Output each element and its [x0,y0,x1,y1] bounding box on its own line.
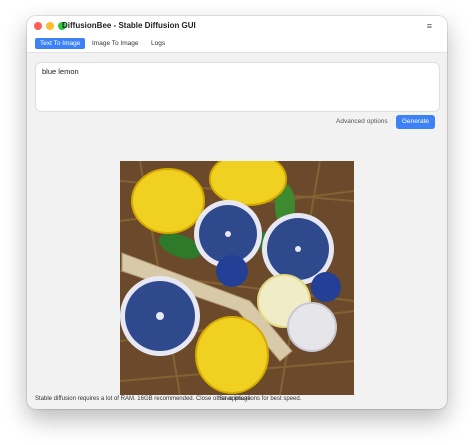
save-image-button[interactable]: Save image [219,396,251,402]
advanced-options-button[interactable]: Advanced options [336,118,388,125]
tab-logs[interactable]: Logs [146,38,170,49]
lemon-whole [195,316,269,394]
slice-center [225,231,231,237]
prompt-input[interactable]: blue lemon [35,62,440,112]
lemon-whole [131,168,205,234]
generate-button[interactable]: Generate [396,115,435,129]
app-window: DiffusionBee - Stable Diffusion GUI ≡ Te… [27,16,447,409]
lemon-slice-pale [287,302,337,352]
generated-image [120,161,354,395]
slice-center [295,246,301,252]
close-window-button[interactable] [34,22,42,30]
status-message: Stable diffusion requires a lot of RAM. … [35,396,302,402]
title-bar: DiffusionBee - Stable Diffusion GUI ≡ [27,16,447,36]
tab-image-to-image[interactable]: Image To Image [87,38,144,49]
hamburger-icon[interactable]: ≡ [427,21,432,31]
tab-text-to-image[interactable]: Text To Image [35,38,86,49]
minimize-window-button[interactable] [46,22,54,30]
slice-center [156,312,164,320]
blueberry [216,255,248,287]
window-title: DiffusionBee - Stable Diffusion GUI [62,21,196,30]
generated-image-graphic [120,161,354,395]
prompt-text: blue lemon [42,67,79,76]
tab-bar: Text To Image Image To Image Logs [27,36,447,53]
lemon-whole [209,161,287,206]
blueberry [311,272,341,302]
